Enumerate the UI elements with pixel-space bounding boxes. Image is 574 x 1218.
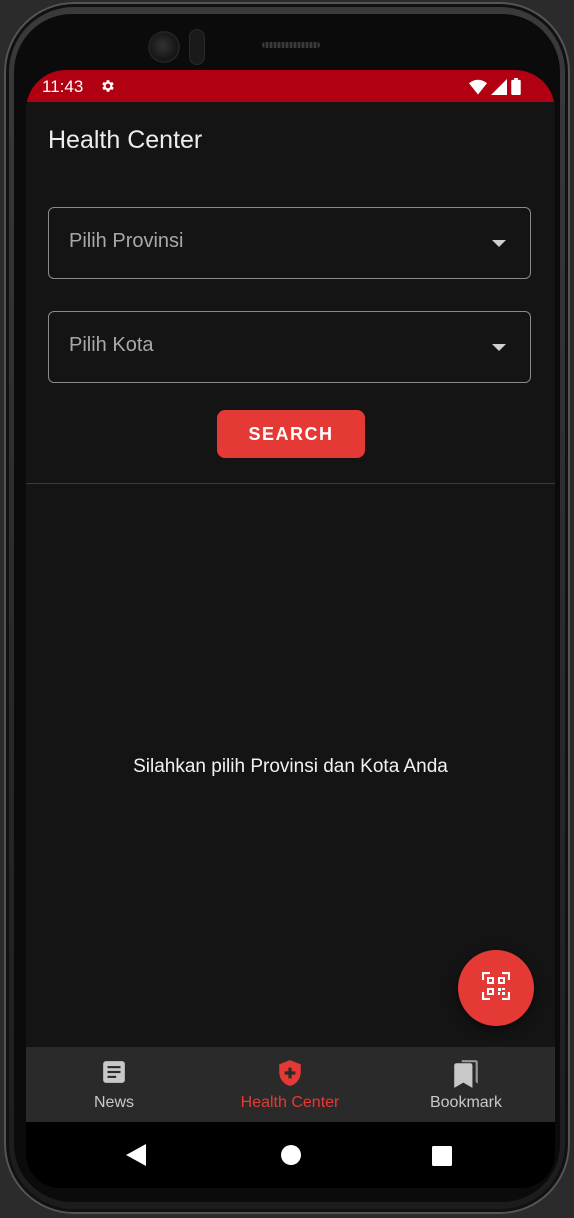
wifi-icon xyxy=(469,79,487,100)
health-shield-icon xyxy=(277,1059,303,1092)
city-dropdown[interactable]: Pilih Kota xyxy=(48,311,531,383)
city-placeholder: Pilih Kota xyxy=(69,334,154,356)
nav-label-news: News xyxy=(93,1094,134,1111)
news-icon xyxy=(101,1059,127,1090)
system-navigation-bar xyxy=(26,1122,555,1188)
recents-icon[interactable] xyxy=(432,1146,452,1171)
divider xyxy=(26,483,555,484)
nav-label-bookmark: Bookmark xyxy=(429,1094,503,1111)
province-dropdown[interactable]: Pilih Provinsi xyxy=(48,207,531,279)
search-button[interactable]: SEARCH xyxy=(217,410,365,458)
chevron-down-icon xyxy=(492,240,506,247)
battery-icon xyxy=(511,78,521,100)
qr-scan-icon xyxy=(481,971,511,1005)
settings-icon xyxy=(100,78,116,99)
chevron-down-icon xyxy=(492,344,506,351)
bottom-navigation: News Health Center Bookmark xyxy=(26,1047,555,1122)
empty-state-message: Silahkan pilih Provinsi dan Kota Anda xyxy=(133,756,448,777)
nav-item-news[interactable]: News xyxy=(26,1047,202,1122)
proximity-sensor xyxy=(190,30,204,64)
nav-item-health-center[interactable]: Health Center xyxy=(202,1047,378,1122)
status-icons xyxy=(469,78,521,100)
status-bar: 11:43 xyxy=(26,70,555,102)
signal-icon xyxy=(491,78,507,100)
back-icon[interactable] xyxy=(126,1144,146,1171)
front-camera xyxy=(150,33,178,61)
nav-label-health-center: Health Center xyxy=(240,1094,340,1111)
status-time: 11:43 xyxy=(42,77,84,96)
page-title: Health Center xyxy=(48,126,203,154)
province-placeholder: Pilih Provinsi xyxy=(69,230,184,252)
nav-item-bookmark[interactable]: Bookmark xyxy=(378,1047,554,1122)
bookmark-icon xyxy=(452,1059,480,1094)
screen: 11:43 Health Center Pilih Provinsi Pilih… xyxy=(26,70,555,1188)
earpiece-speaker xyxy=(262,42,320,48)
home-icon[interactable] xyxy=(281,1145,301,1170)
qr-scan-button[interactable] xyxy=(458,950,534,1026)
